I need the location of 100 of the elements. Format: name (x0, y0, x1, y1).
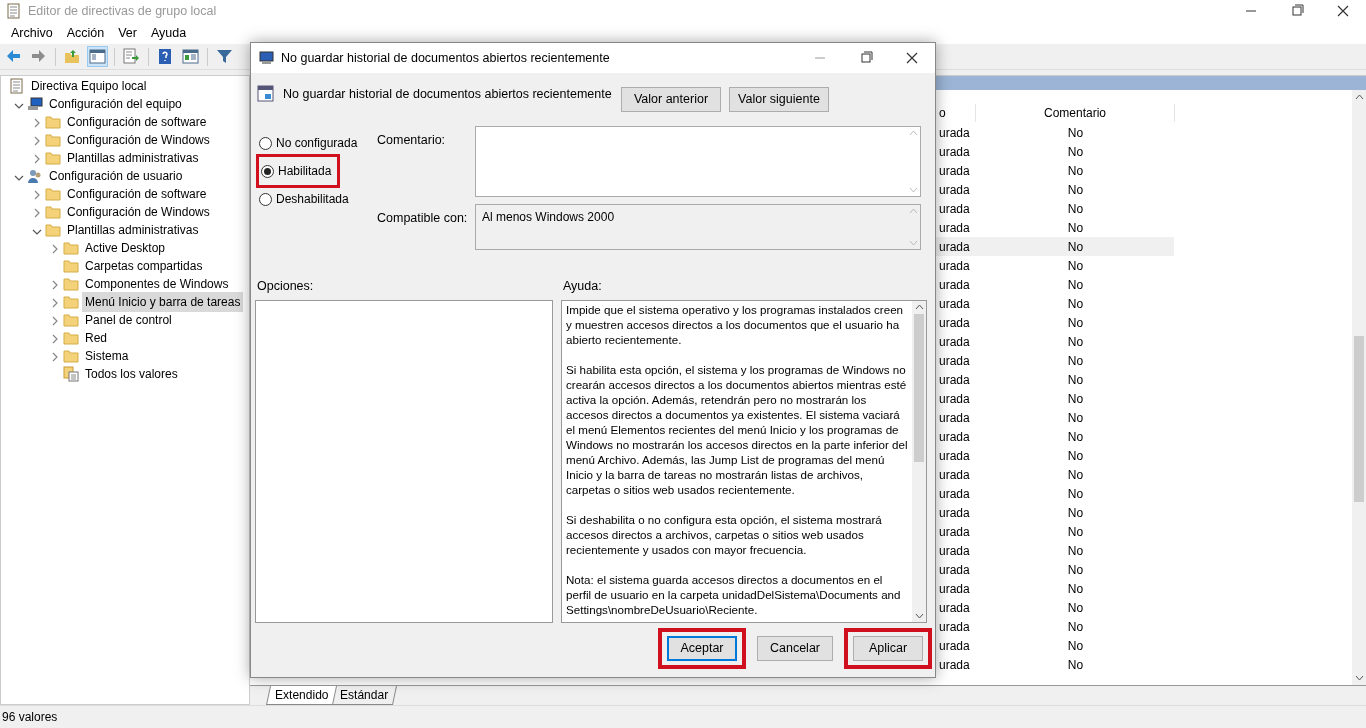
tree-item[interactable]: Configuración de software (64, 112, 210, 132)
menu-item[interactable]: Archivo (4, 23, 60, 43)
table-cell-text: No (1066, 162, 1085, 180)
tree-item[interactable]: Configuración de software (64, 184, 210, 204)
section-label: Opciones: (257, 277, 315, 295)
table-cell-text: urada (939, 219, 970, 237)
table-cell-text: No (1066, 352, 1085, 370)
menu-item[interactable]: Ayuda (144, 23, 194, 43)
table-cell-text: urada (939, 523, 970, 541)
folder-icon (63, 258, 79, 274)
scroll-up-icon[interactable] (914, 304, 924, 310)
folder-icon (63, 312, 79, 328)
properties-pane-icon[interactable] (182, 48, 199, 65)
table-cell-text: urada (939, 618, 970, 636)
nav-button[interactable]: Valor anterior (621, 87, 721, 112)
tree-item[interactable]: Carpetas compartidas (82, 256, 206, 276)
table-cell-text: urada (939, 485, 970, 503)
tree-item[interactable]: Configuración de usuario (46, 166, 186, 186)
table-cell-text: No (1066, 314, 1085, 332)
field-label: Comentario: (377, 132, 447, 149)
menu-item[interactable]: Acción (59, 23, 112, 43)
nav-button[interactable]: Valor siguiente (729, 87, 829, 112)
tree-item[interactable]: Plantillas administrativas (64, 148, 202, 168)
policy-icon (9, 78, 25, 94)
folder-icon (63, 294, 79, 310)
folder-icon (63, 348, 79, 364)
view-tab[interactable]: Estándar (331, 686, 398, 705)
export-list-icon[interactable] (123, 48, 140, 65)
column-header[interactable]: o (939, 104, 946, 122)
folder-icon (63, 330, 79, 346)
menu-item[interactable]: Ver (111, 23, 144, 43)
table-cell-text: urada (939, 599, 970, 617)
table-cell-text: No (1066, 200, 1085, 218)
folder-up-icon[interactable] (64, 48, 81, 65)
dialog-title: No guardar historial de documentos abiertos recientemente (281, 49, 610, 67)
tree-item[interactable]: Sistema (82, 346, 132, 366)
tree-item[interactable]: Configuración de Windows (64, 202, 213, 222)
folder-icon (45, 204, 61, 220)
help-icon[interactable] (157, 48, 174, 65)
table-cell-text: urada (939, 276, 970, 294)
scrollbar-thumb[interactable] (1354, 336, 1364, 502)
status-text: 96 valores (2, 708, 58, 726)
folder-icon (63, 276, 79, 292)
table-cell-text: No (1066, 409, 1085, 427)
table-cell-text: No (1066, 656, 1085, 674)
view-tab[interactable]: Extendido (266, 686, 338, 705)
forward-arrow-icon[interactable] (30, 48, 47, 65)
table-cell-text: urada (939, 409, 970, 427)
folder-icon (45, 114, 61, 130)
radio-option[interactable]: Deshabilitada (256, 188, 355, 210)
table-cell-text: No (1066, 143, 1085, 161)
scroll-down-icon[interactable] (1354, 675, 1364, 681)
table-cell-text: No (1066, 124, 1085, 142)
table-cell-text: urada (939, 238, 970, 256)
settings-list-icon (63, 366, 79, 382)
tree-item[interactable]: Panel de control (82, 310, 175, 330)
tree-item[interactable]: Todos los valores (82, 364, 181, 384)
help-text: Impide que el sistema operativo y los programas instalados creen y muestren accesos directos a los documentos que el usuario ha abierto recientemente. Si habilita esta opción, el sistema y los programas de Windows no crearán accesos directos a los documentos abiertos mientras esté activa la opción. Además, retendrán pero no mostrarán los accesos directos a documentos ya existentes. El sistema vaciará el menú Elementos recientes del menú Inicio y los programas de Windows no mostrarán los accesos directos en la parte inferior del menú Archivo. Además, las Jump List de programas del menú Inicio y la barra de tareas no mostrarán listas de archivos, carpetas o sitios web usados recientemente. Si deshabilita o no configura esta opción, el sistema mostrará accesos directos a archivos, carpetas o sitios web usados recientemente y usados con mayor frecuencia. Nota: el sistema guarda accesos directos a documentos en el perfil de usuario en la carpeta unidadDelSistema\Documents and Settings\nombreDeUsuario\Reciente. (565, 302, 909, 618)
table-cell-text: No (1066, 238, 1085, 256)
tree-item[interactable]: Active Desktop (82, 238, 169, 258)
users-icon (27, 168, 43, 184)
section-label: Ayuda: (563, 277, 602, 295)
table-cell-text: No (1066, 599, 1085, 617)
table-cell-text: No (1066, 333, 1085, 351)
table-cell-text: urada (939, 295, 970, 313)
dialog-button[interactable]: Cancelar (757, 636, 833, 661)
table-cell-text: urada (939, 466, 970, 484)
tree-pane-icon[interactable] (89, 48, 106, 65)
tree-item[interactable]: Plantillas administrativas (64, 220, 202, 240)
scroll-down-icon[interactable] (914, 613, 924, 619)
table-cell-text: urada (939, 124, 970, 142)
scrollbar[interactable] (1352, 90, 1366, 685)
table-cell-text: No (1066, 504, 1085, 522)
tree-item[interactable]: Configuración del equipo (46, 94, 185, 114)
tree-item[interactable]: Configuración de Windows (64, 130, 213, 150)
dialog-button[interactable]: Aceptar (667, 636, 737, 661)
filter-icon[interactable] (216, 48, 233, 65)
tree-item[interactable]: Red (82, 328, 110, 348)
tree-item[interactable]: Componentes de Windows (82, 274, 232, 294)
dialog-button[interactable]: Aplicar (853, 636, 923, 661)
table-cell-text: No (1066, 428, 1085, 446)
compatible-field: Al menos Windows 2000 (475, 204, 921, 250)
tree-item[interactable]: Directiva Equipo local (28, 76, 150, 96)
folder-icon (45, 222, 61, 238)
table-cell-text: No (1066, 219, 1085, 237)
table-cell-text: No (1066, 276, 1085, 294)
table-cell-text: No (1066, 542, 1085, 560)
table-cell-text: urada (939, 314, 970, 332)
policy-icon (6, 3, 22, 19)
table-cell-text: urada (939, 333, 970, 351)
column-header[interactable]: Comentario (975, 104, 1175, 122)
setting-name: No guardar historial de documentos abiertos recientemente (283, 86, 613, 103)
radio-option[interactable]: Habilitada (256, 154, 341, 188)
tree-item[interactable]: Menú Inicio y barra de tareas (82, 292, 244, 312)
scrollbar-thumb[interactable] (914, 314, 924, 462)
scrollbar[interactable] (912, 301, 926, 622)
table-cell-text: No (1066, 295, 1085, 313)
table-cell-text: urada (939, 371, 970, 389)
radio-option[interactable]: No configurada (256, 132, 364, 154)
scroll-up-icon[interactable] (1354, 94, 1364, 100)
